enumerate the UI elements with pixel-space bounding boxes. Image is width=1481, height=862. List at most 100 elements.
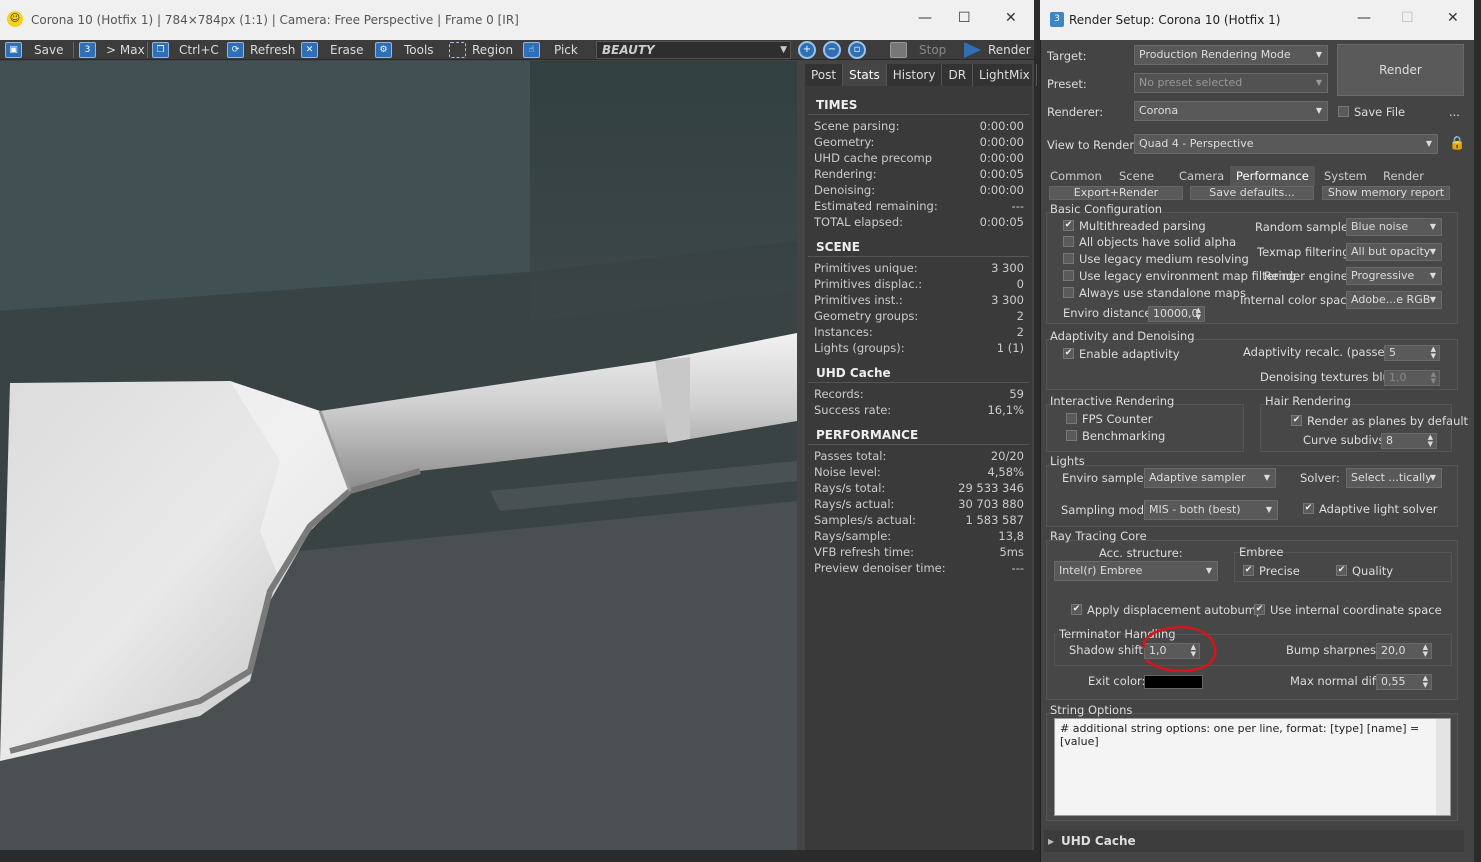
stats-row: Denoising: 0:00:00	[805, 182, 1032, 198]
refresh-button[interactable]: ⟳ Refresh	[226, 40, 295, 60]
stats-label: Primitives unique:	[814, 261, 918, 275]
annotation-circle	[1142, 625, 1217, 672]
maximize-icon[interactable]: ☐	[958, 10, 971, 26]
stop-button[interactable]: Stop	[889, 40, 946, 60]
stats-value: 2	[1016, 309, 1024, 323]
zoom-fit-icon[interactable]: ▫	[848, 41, 866, 59]
show-memory-report-button[interactable]: Show memory report	[1322, 186, 1450, 200]
internal-coord-label: Use internal coordinate space	[1270, 603, 1442, 617]
spinner-arrows-icon: ▲ ▼	[1422, 674, 1428, 689]
max-normal-diff-spinner[interactable]: 0,55 ▲ ▼	[1376, 674, 1432, 690]
bump-sharpness-spinner[interactable]: 20,0 ▲ ▼	[1376, 643, 1432, 659]
solid-alpha-checkbox[interactable]	[1063, 236, 1074, 247]
enviro-distance-spinner[interactable]: 10000,0 ▲ ▼	[1148, 306, 1205, 322]
chevron-down-icon: ▼	[1429, 473, 1436, 482]
vfb-tab-stats[interactable]: Stats	[843, 64, 887, 86]
region-button[interactable]: Region	[448, 40, 513, 60]
channel-dropdown[interactable]: BEAUTY ▼	[596, 41, 791, 59]
vfb-tab-lightmix[interactable]: LightMix	[973, 64, 1037, 86]
copy-button[interactable]: ❐ Ctrl+C	[151, 40, 219, 60]
precise-checkbox[interactable]: ✔	[1243, 565, 1254, 576]
maximize-icon: ☐	[1401, 10, 1414, 26]
render-setup-tab-performance[interactable]: Performance	[1230, 166, 1315, 186]
target-dropdown[interactable]: Production Rendering Mode ▼	[1134, 45, 1328, 65]
stats-value: 13,8	[998, 529, 1024, 543]
vfb-tab-dr[interactable]: DR	[942, 64, 974, 86]
render-viewport[interactable]	[0, 61, 797, 862]
benchmarking-checkbox[interactable]	[1066, 430, 1077, 441]
view-to-render-dropdown[interactable]: Quad 4 - Perspective ▼	[1134, 134, 1438, 154]
sampling-mode-label: Sampling mode:	[1061, 503, 1155, 517]
adaptivity-recalc-label: Adaptivity recalc. (passes):	[1243, 345, 1399, 359]
preset-dropdown[interactable]: No preset selected ▼	[1134, 73, 1328, 93]
textarea-scrollbar[interactable]	[1436, 719, 1450, 815]
adaptive-light-solver-checkbox[interactable]: ✔	[1303, 503, 1314, 514]
autobump-checkbox[interactable]: ✔	[1071, 604, 1082, 615]
chevron-down-icon: ▼	[1315, 50, 1322, 59]
stats-row: Geometry: 0:00:00	[805, 134, 1032, 150]
zoom-out-icon[interactable]: −	[823, 41, 841, 59]
erase-button[interactable]: ✕ Erase	[300, 40, 364, 60]
solver-dropdown[interactable]: Select ...tically ▼	[1346, 468, 1442, 488]
precise-label: Precise	[1259, 564, 1300, 578]
chevron-down-icon: ▼	[1205, 566, 1212, 575]
texmap-filtering-dropdown[interactable]: All but opacity ▼	[1346, 243, 1442, 261]
fps-counter-checkbox[interactable]	[1066, 413, 1077, 424]
minimize-icon[interactable]: —	[918, 10, 932, 26]
save-defaults-button[interactable]: Save defaults...	[1190, 186, 1314, 200]
stats-value: 29 533 346	[958, 481, 1024, 495]
string-options-textarea[interactable]: # additional string options: one per lin…	[1054, 718, 1451, 816]
vfb-tab-post[interactable]: Post	[805, 64, 844, 86]
save-button[interactable]: ▣ Save	[4, 40, 63, 60]
stats-label: Success rate:	[814, 403, 892, 417]
curve-subdivs-spinner[interactable]: 8 ▲ ▼	[1381, 433, 1437, 449]
close-icon[interactable]: ✕	[1447, 10, 1459, 26]
adaptivity-title: Adaptivity and Denoising	[1050, 329, 1195, 343]
render-planes-checkbox[interactable]: ✔	[1291, 415, 1302, 426]
pick-button[interactable]: ☝ Pick	[522, 40, 578, 60]
quality-checkbox[interactable]: ✔	[1336, 565, 1347, 576]
render-setup-render-button[interactable]: Render	[1337, 44, 1464, 96]
acc-structure-dropdown[interactable]: Intel(r) Embree ▼	[1054, 561, 1218, 581]
vfb-tab-history[interactable]: History	[887, 64, 943, 86]
to-max-button[interactable]: 3 > Max	[78, 40, 145, 60]
render-setup-tab-system[interactable]: System	[1324, 166, 1367, 186]
standalone-maps-checkbox[interactable]	[1063, 287, 1074, 298]
legacy-medium-checkbox[interactable]	[1063, 253, 1074, 264]
close-icon[interactable]: ✕	[1005, 10, 1017, 26]
render-engine-dropdown[interactable]: Progressive ▼	[1346, 267, 1442, 285]
export-render-button[interactable]: Export+Render	[1049, 186, 1183, 200]
lock-icon[interactable]: 🔒	[1449, 136, 1465, 151]
internal-coord-checkbox[interactable]: ✔	[1254, 604, 1265, 615]
color-space-dropdown[interactable]: Adobe...e RGB ▼	[1346, 291, 1442, 309]
zoom-in-icon[interactable]: +	[798, 41, 816, 59]
adaptivity-recalc-spinner[interactable]: 5 ▲ ▼	[1384, 345, 1440, 361]
minimize-icon[interactable]: —	[1357, 10, 1371, 26]
exit-color-swatch[interactable]	[1144, 675, 1203, 689]
enable-adaptivity-checkbox[interactable]: ✔	[1063, 348, 1074, 359]
uhd-cache-rollout[interactable]: UHD Cache	[1044, 830, 1464, 852]
legacy-env-checkbox[interactable]	[1063, 270, 1074, 281]
ray-tracing-title: Ray Tracing Core	[1050, 529, 1147, 543]
solid-alpha-label: All objects have solid alpha	[1079, 235, 1237, 249]
chevron-down-icon: ▼	[780, 45, 787, 55]
render-setup-tab-render-elements[interactable]: Render Elements	[1383, 166, 1481, 203]
tools-button[interactable]: ⚙ Tools	[374, 40, 434, 60]
render-setup-tab-scene[interactable]: Scene	[1119, 166, 1154, 186]
save-file-checkbox[interactable]	[1338, 106, 1349, 117]
vfb-title-bar: ☺ Corona 10 (Hotfix 1) | 784×784px (1:1)…	[0, 0, 1034, 40]
stats-row: Records: 59	[805, 386, 1032, 402]
sampling-mode-dropdown[interactable]: MIS - both (best) ▼	[1144, 500, 1278, 520]
multithreaded-checkbox[interactable]: ✔	[1063, 220, 1074, 231]
denoise-blur-spinner[interactable]: 1,0 ▲ ▼	[1384, 370, 1440, 386]
enviro-sampler-dropdown[interactable]: Adaptive sampler ▼	[1144, 468, 1276, 488]
stats-value: 0	[1016, 277, 1024, 291]
render-setup-tab-camera[interactable]: Camera	[1179, 166, 1224, 186]
renderer-dropdown[interactable]: Corona ▼	[1134, 101, 1328, 121]
random-sampler-dropdown[interactable]: Blue noise ▼	[1346, 218, 1442, 236]
render-button[interactable]: Render	[963, 40, 1031, 60]
stats-row: Rays/s actual: 30 703 880	[805, 496, 1032, 512]
render-setup-tab-common[interactable]: Common	[1050, 166, 1102, 186]
render-setup-title-bar: 3 Render Setup: Corona 10 (Hotfix 1) — ☐…	[1040, 0, 1474, 40]
save-file-browse-button[interactable]: ...	[1449, 105, 1460, 119]
